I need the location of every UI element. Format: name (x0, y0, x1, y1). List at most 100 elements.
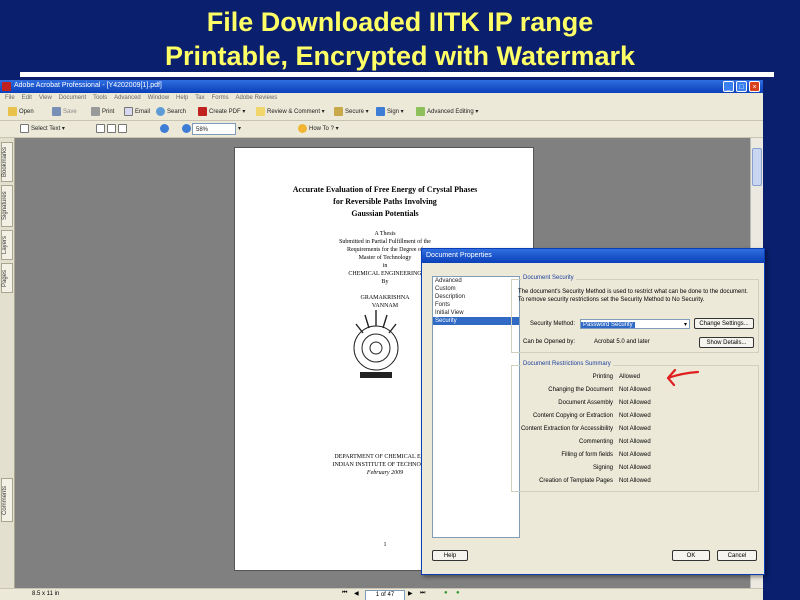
actual-size-icon (96, 123, 105, 133)
restriction-value: Not Allowed (619, 465, 651, 471)
advanced-editing-icon (416, 106, 425, 116)
security-method-value: Password Security (581, 322, 635, 328)
page-number-field[interactable]: 1 of 47 (365, 590, 405, 600)
previous-page-button[interactable]: ◀ (354, 590, 359, 597)
category-item[interactable]: Fonts (433, 301, 519, 309)
change-settings-button[interactable]: Change Settings... (694, 318, 754, 329)
chevron-down-icon: ▾ (683, 322, 687, 328)
minimize-button[interactable]: _ (723, 81, 734, 92)
maximize-button[interactable]: □ (736, 81, 747, 92)
create-pdf-button[interactable]: Create PDF ▾ (198, 106, 245, 118)
secure-button[interactable]: Secure ▾ (334, 106, 369, 118)
open-icon (8, 106, 17, 116)
iit-seal-image (353, 310, 399, 378)
restriction-value: Not Allowed (619, 426, 651, 432)
thesis-title-line-3: Gaussian Potentials (351, 209, 419, 218)
fit-width-icon (118, 123, 127, 133)
zoom-dropdown-arrow[interactable]: ▾ (238, 123, 241, 135)
category-item[interactable]: Custom (433, 285, 519, 293)
advanced-editing-button[interactable]: Advanced Editing ▾ (416, 106, 478, 118)
main-toolbar: Open Save Print Email Search Create PDF … (0, 104, 763, 121)
print-button[interactable]: Print (91, 106, 114, 118)
ok-button[interactable]: OK (672, 550, 710, 561)
menu-help[interactable]: Help (176, 93, 188, 104)
title-underline (20, 72, 774, 77)
thesis-line: Submitted in Partial Fulfillment of the (339, 239, 431, 245)
zoom-in-icon (182, 123, 191, 133)
help-button[interactable]: Help (432, 550, 468, 561)
restriction-value: Not Allowed (619, 452, 651, 458)
menu-document[interactable]: Document (59, 93, 86, 104)
category-item-security[interactable]: Security (433, 317, 519, 325)
tab-signatures[interactable]: Signatures (1, 185, 13, 227)
restriction-label: Content Extraction for Accessibility (520, 426, 613, 432)
menu-advanced[interactable]: Advanced (114, 93, 141, 104)
security-method-label: Security Method: (530, 321, 576, 327)
restriction-value: Not Allowed (619, 413, 651, 419)
window-titlebar: Adobe Acrobat Professional - [Y4202009[1… (0, 80, 763, 93)
menu-window[interactable]: Window (148, 93, 169, 104)
how-to-button[interactable]: How To ? ▾ (298, 123, 339, 135)
restrictions-label: Document Restrictions Summary (521, 361, 613, 367)
sign-button[interactable]: Sign ▾ (376, 106, 404, 118)
menu-view[interactable]: View (39, 93, 52, 104)
page-size-label: 8.5 x 11 in (32, 591, 60, 597)
save-icon (52, 106, 61, 116)
restriction-label: Commenting (578, 439, 613, 445)
next-page-button[interactable]: ▶ (408, 590, 413, 597)
opened-by-label: Can be Opened by: (523, 339, 576, 345)
zoom-icon (160, 123, 169, 133)
last-page-button[interactable]: ⏭ (420, 590, 425, 597)
tab-pages[interactable]: Pages (1, 263, 13, 293)
page-view-buttons[interactable] (96, 123, 129, 135)
fit-page-icon (107, 123, 116, 133)
menu-tax[interactable]: Tax (195, 93, 204, 104)
menu-file[interactable]: File (5, 93, 15, 104)
go-forward-icon[interactable]: ● (456, 590, 460, 596)
restriction-label: Content Copying or Extraction (532, 413, 613, 419)
search-button[interactable]: Search (156, 106, 186, 118)
thesis-line: A Thesis (374, 231, 396, 237)
category-list: Advanced Custom Description Fonts Initia… (432, 276, 520, 538)
cancel-button[interactable]: Cancel (717, 550, 757, 561)
menu-tools[interactable]: Tools (93, 93, 107, 104)
search-icon (156, 106, 165, 116)
tab-layers[interactable]: Layers (1, 230, 13, 260)
show-details-button[interactable]: Show Details... (699, 337, 754, 348)
security-description: The document's Security Method is used t… (518, 289, 748, 303)
opened-by-value: Acrobat 5.0 and later (594, 339, 650, 345)
category-item[interactable]: Advanced (433, 277, 519, 285)
zoom-out-button[interactable] (160, 123, 171, 135)
restriction-value: Not Allowed (619, 439, 651, 445)
go-back-icon[interactable]: ● (444, 590, 448, 596)
menu-edit[interactable]: Edit (22, 93, 32, 104)
view-toolbar: Select Text ▾ 58% ▾ How To ? ▾ (0, 121, 763, 138)
document-properties-dialog: Document Properties Advanced Custom Desc… (421, 248, 765, 575)
select-text-button[interactable]: Select Text ▾ (20, 123, 65, 135)
window-title: Adobe Acrobat Professional - [Y4202009[1… (14, 82, 162, 89)
tab-bookmarks[interactable]: Bookmarks (1, 142, 13, 182)
menu-forms[interactable]: Forms (212, 93, 229, 104)
scrollbar-thumb[interactable] (752, 148, 762, 186)
save-button[interactable]: Save (52, 106, 77, 118)
zoom-level-field[interactable]: 58% (192, 123, 236, 135)
create-pdf-icon (198, 106, 207, 116)
first-page-button[interactable]: ⏮ (342, 590, 347, 597)
open-button[interactable]: Open (8, 106, 34, 118)
review-comment-button[interactable]: Review & Comment ▾ (256, 106, 325, 118)
navigation-panel: Bookmarks Signatures Layers Pages Commen… (0, 138, 15, 588)
restriction-value: Not Allowed (619, 400, 651, 406)
tab-comments[interactable]: Comments (1, 478, 13, 522)
close-button[interactable]: × (749, 81, 760, 92)
thesis-title-line-2: for Reversible Paths Involving (333, 197, 437, 206)
restriction-label: Document Assembly (558, 400, 613, 406)
review-icon (256, 106, 265, 116)
restriction-label: Changing the Document (548, 387, 613, 393)
category-item[interactable]: Initial View (433, 309, 519, 317)
restriction-label: Creation of Template Pages (539, 478, 613, 484)
category-item[interactable]: Description (433, 293, 519, 301)
select-text-icon (20, 123, 29, 133)
security-method-select[interactable]: Password Security ▾ (580, 319, 690, 329)
menu-adobe-reviews[interactable]: Adobe Reviews (236, 93, 278, 104)
email-button[interactable]: Email (124, 106, 150, 118)
